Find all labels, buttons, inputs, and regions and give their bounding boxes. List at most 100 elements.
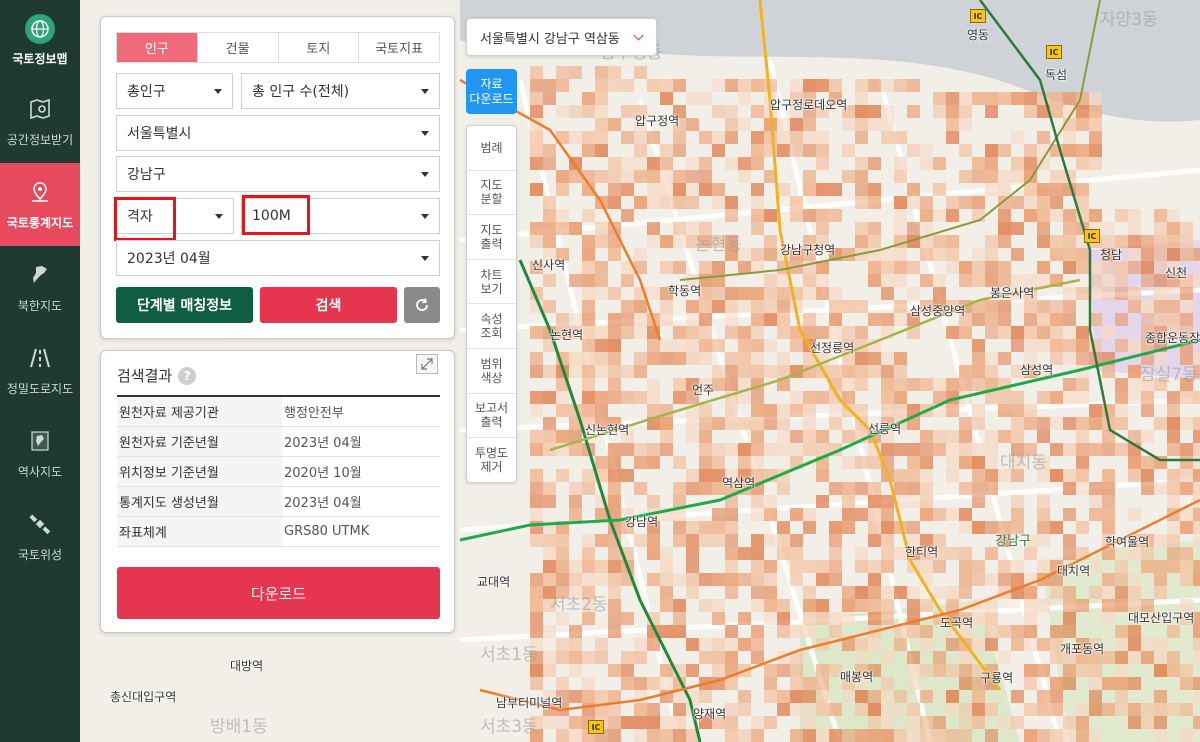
grid-cell (621, 677, 634, 690)
grid-cell (1193, 248, 1200, 261)
grid-cell (699, 417, 712, 430)
grid-cell (894, 586, 907, 599)
station-label: 선릉역 (868, 422, 902, 436)
grid-cell (1011, 391, 1024, 404)
sidebar-item-precision-road[interactable]: 정밀도로지도 (0, 329, 80, 412)
grid-cell (1141, 456, 1154, 469)
unit-type-select[interactable]: 격자 (116, 198, 234, 234)
grid-cell (1024, 183, 1037, 196)
grid-size-select[interactable]: 100M (241, 198, 440, 234)
search-button[interactable]: 검색 (260, 287, 397, 323)
sidebar-item-satellite[interactable]: 국토위성 (0, 495, 80, 578)
date-select[interactable]: 2023년 04월 (116, 240, 440, 276)
grid-cell (1063, 391, 1076, 404)
help-icon[interactable]: ? (178, 366, 197, 385)
station-label: 대치역 (1057, 564, 1091, 578)
tab-population[interactable]: 인구 (117, 33, 198, 62)
category-select[interactable]: 총인구 (116, 73, 233, 109)
grid-cell (569, 664, 582, 677)
grid-cell (1063, 235, 1076, 248)
grid-cell (1115, 638, 1128, 651)
sido-select[interactable]: 서울특별시 (116, 115, 440, 151)
grid-cell (907, 729, 920, 742)
grid-cell (1050, 196, 1063, 209)
reset-button[interactable] (404, 287, 440, 323)
grid-cell (959, 560, 972, 573)
grid-cell (1128, 573, 1141, 586)
grid-cell (1180, 313, 1193, 326)
grid-cell (1193, 443, 1200, 456)
tab-national-index[interactable]: 국토지표 (359, 33, 439, 62)
grid-cell (595, 573, 608, 586)
tool-print-map[interactable]: 지도 출력 (467, 215, 516, 260)
grid-cell (647, 222, 660, 235)
grid-cell (1011, 248, 1024, 261)
grid-cell (1141, 482, 1154, 495)
grid-cell (556, 404, 569, 417)
tab-land[interactable]: 토지 (278, 33, 360, 62)
grid-cell (621, 131, 634, 144)
grid-cell (972, 339, 985, 352)
grid-cell (959, 729, 972, 742)
grid-cell (1154, 716, 1167, 729)
grid-cell (1037, 417, 1050, 430)
indicator-select[interactable]: 총 인구 수(전체) (241, 73, 440, 109)
grid-cell (725, 534, 738, 547)
tool-report[interactable]: 보고서 출력 (467, 394, 516, 439)
expand-button[interactable] (416, 354, 438, 374)
grid-cell (647, 157, 660, 170)
grid-cell (998, 391, 1011, 404)
grid-cell (621, 313, 634, 326)
grid-cell (595, 326, 608, 339)
grid-cell (1115, 560, 1128, 573)
grid-cell (725, 313, 738, 326)
tool-split-map[interactable]: 지도 분할 (467, 171, 516, 216)
tool-attribute-query[interactable]: 속성 조회 (467, 304, 516, 349)
sidebar-item-stat-map[interactable]: 국토통계지도 (0, 163, 80, 246)
data-download-button[interactable]: 자료 다운로드 (466, 69, 517, 114)
grid-cell (868, 534, 881, 547)
grid-cell (985, 469, 998, 482)
grid-cell (855, 638, 868, 651)
grid-cell (959, 118, 972, 131)
grid-cell (530, 326, 543, 339)
tool-chart[interactable]: 차트 보기 (467, 260, 516, 305)
match-info-button[interactable]: 단계별 매칭정보 (116, 287, 253, 323)
grid-cell (660, 313, 673, 326)
grid-cell (777, 430, 790, 443)
grid-cell (751, 625, 764, 638)
grid-cell (881, 131, 894, 144)
sidebar-item-north-korea[interactable]: 북한지도 (0, 246, 80, 329)
sidebar-item-history[interactable]: 역사지도 (0, 412, 80, 495)
grid-cell (1128, 300, 1141, 313)
grid-cell (920, 508, 933, 521)
grid-cell (907, 469, 920, 482)
grid-cell (621, 443, 634, 456)
row-key: 원천자료 제공기관 (117, 397, 282, 426)
grid-cell (608, 118, 621, 131)
grid-cell (712, 196, 725, 209)
grid-cell (647, 391, 660, 404)
location-select[interactable]: 서울특별시 강남구 역삼동 (466, 18, 657, 56)
row-value: 2023년 04월 (284, 436, 362, 451)
grid-cell (595, 261, 608, 274)
tool-transparency[interactable]: 투명도 제거 (467, 438, 516, 483)
grid-cell (634, 131, 647, 144)
sigungu-select[interactable]: 강남구 (116, 156, 440, 192)
sidebar-item-spatial-data[interactable]: 공간정보받기 (0, 80, 80, 163)
grid-cell (816, 690, 829, 703)
grid-cell (725, 521, 738, 534)
grid-cell (1089, 144, 1102, 157)
grid-cell (829, 573, 842, 586)
download-button[interactable]: 다운로드 (117, 567, 440, 619)
tab-building[interactable]: 건물 (197, 33, 279, 62)
grid-cell (803, 131, 816, 144)
grid-cell (868, 105, 881, 118)
grid-cell (725, 560, 738, 573)
tool-range-color[interactable]: 범위 색상 (467, 349, 516, 394)
logo-home[interactable]: 국토정보맵 (0, 0, 80, 80)
grid-cell (751, 560, 764, 573)
grid-cell (1115, 599, 1128, 612)
tool-legend[interactable]: 범례 (467, 126, 516, 171)
grid-cell (608, 586, 621, 599)
